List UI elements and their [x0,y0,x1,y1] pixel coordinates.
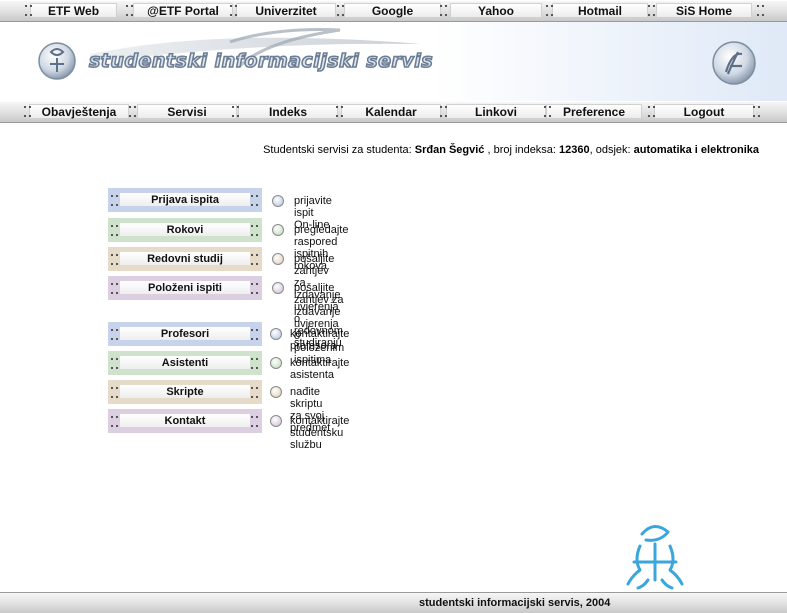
menu-button-asistenti[interactable]: Asistenti [108,351,262,375]
footer-text: studentski informacijski servis, 2004 [419,597,611,609]
top-nav-sis-home[interactable]: SiS Home [642,0,766,22]
separator-dots [440,5,448,16]
top-nav-label: @ETF Portal [147,4,219,18]
menu-button-polozeni-ispiti[interactable]: Položeni ispiti [108,276,262,300]
main-nav-label: Linkovi [474,105,517,119]
header-banner: studentski informacijski servis [0,22,787,102]
separator-dots [546,5,554,16]
student-info-prefix: Studentski servisi za studenta: [263,144,412,156]
menu-description: kontaktirajte profesora [290,328,350,352]
separator-dots [126,5,134,16]
top-nav-label: Yahoo [477,4,514,18]
menu-button-kontakt[interactable]: Kontakt [108,409,262,433]
footer-bar: studentski informacijski servis, 2004 [0,592,787,613]
menu-button-redovni-studij[interactable]: Redovni studij [108,247,262,271]
bullet-icon [272,224,284,236]
main-nav-label: Indeks [268,105,307,119]
menu-button-label: Skripte [166,386,204,398]
menu-description: pošaljite zahtjev za izdavanje uvjerenja… [294,282,345,366]
separator-dots [230,5,238,16]
separator-dots [757,5,765,16]
main-nav-label: Logout [683,105,725,119]
bullet-icon [270,357,282,369]
separator-dots [648,5,656,16]
separator-dots [440,106,448,117]
dept-label: , odsjek: [589,144,631,156]
bullet-icon [270,328,282,340]
separator-dots [753,106,761,117]
separator-dots [24,106,32,117]
etf-logo-icon [712,41,756,85]
separator-dots [129,106,137,117]
separator-dots [336,106,344,117]
student-name: Srđan Šegvić [414,144,485,156]
bullet-icon [272,282,284,294]
menu-button-label: Asistenti [161,357,209,369]
bullet-icon [270,386,282,398]
top-nav-label: Hotmail [577,4,622,18]
menu-description: kontaktirajte asistenta [290,357,350,381]
separator-dots [232,106,240,117]
menu-button-rokovi[interactable]: Rokovi [108,218,262,242]
menu-button-label: Profesori [160,328,210,340]
separator-dots [25,5,33,16]
menu-button-label: Položeni ispiti [148,282,222,294]
menu-button-prijava-ispita[interactable]: Prijava ispita [108,188,262,212]
separator-dots [648,106,656,117]
student-dept: automatika i elektronika [633,144,759,156]
main-nav-label: Kalendar [365,105,417,119]
separator-dots [337,5,345,16]
top-nav: ETF Web @ETF Portal Univerzitet Google Y… [0,0,787,22]
top-nav-label: ETF Web [47,4,100,18]
menu-button-label: Prijava ispita [151,194,219,206]
menu-button-label: Kontakt [164,415,206,427]
menu-button-profesori[interactable]: Profesori [108,322,262,346]
menu-button-label: Redovni studij [147,253,223,265]
menu-button-label: Rokovi [166,224,204,236]
bullet-icon [270,415,282,427]
main-nav: Obavještenja Servisi Indeks Kalendar Lin… [0,101,787,123]
main-nav-logout[interactable]: Logout [640,101,768,123]
menu-description: kontaktirajte studentsku službu [290,415,350,451]
top-nav-label: Univerzitet [255,4,317,18]
bullet-icon [272,253,284,265]
main-nav-label: Servisi [167,105,207,119]
logo-text: studentski informacijski servis [88,49,434,73]
menu-button-skripte[interactable]: Skripte [108,380,262,404]
bullet-icon [272,195,284,207]
index-label: , broj indeksa: [487,144,556,156]
top-nav-etf-web[interactable]: ETF Web [16,0,131,22]
student-info: Studentski servisi za studenta: Srđan Še… [263,144,759,156]
sis-mascot-icon [626,525,684,590]
main-nav-label: Preference [562,105,626,119]
student-index: 12360 [559,144,590,156]
separator-dots [544,106,552,117]
top-nav-label: SiS Home [675,4,732,18]
top-nav-label: Google [371,4,414,18]
main-nav-label: Obavještenja [41,105,117,119]
